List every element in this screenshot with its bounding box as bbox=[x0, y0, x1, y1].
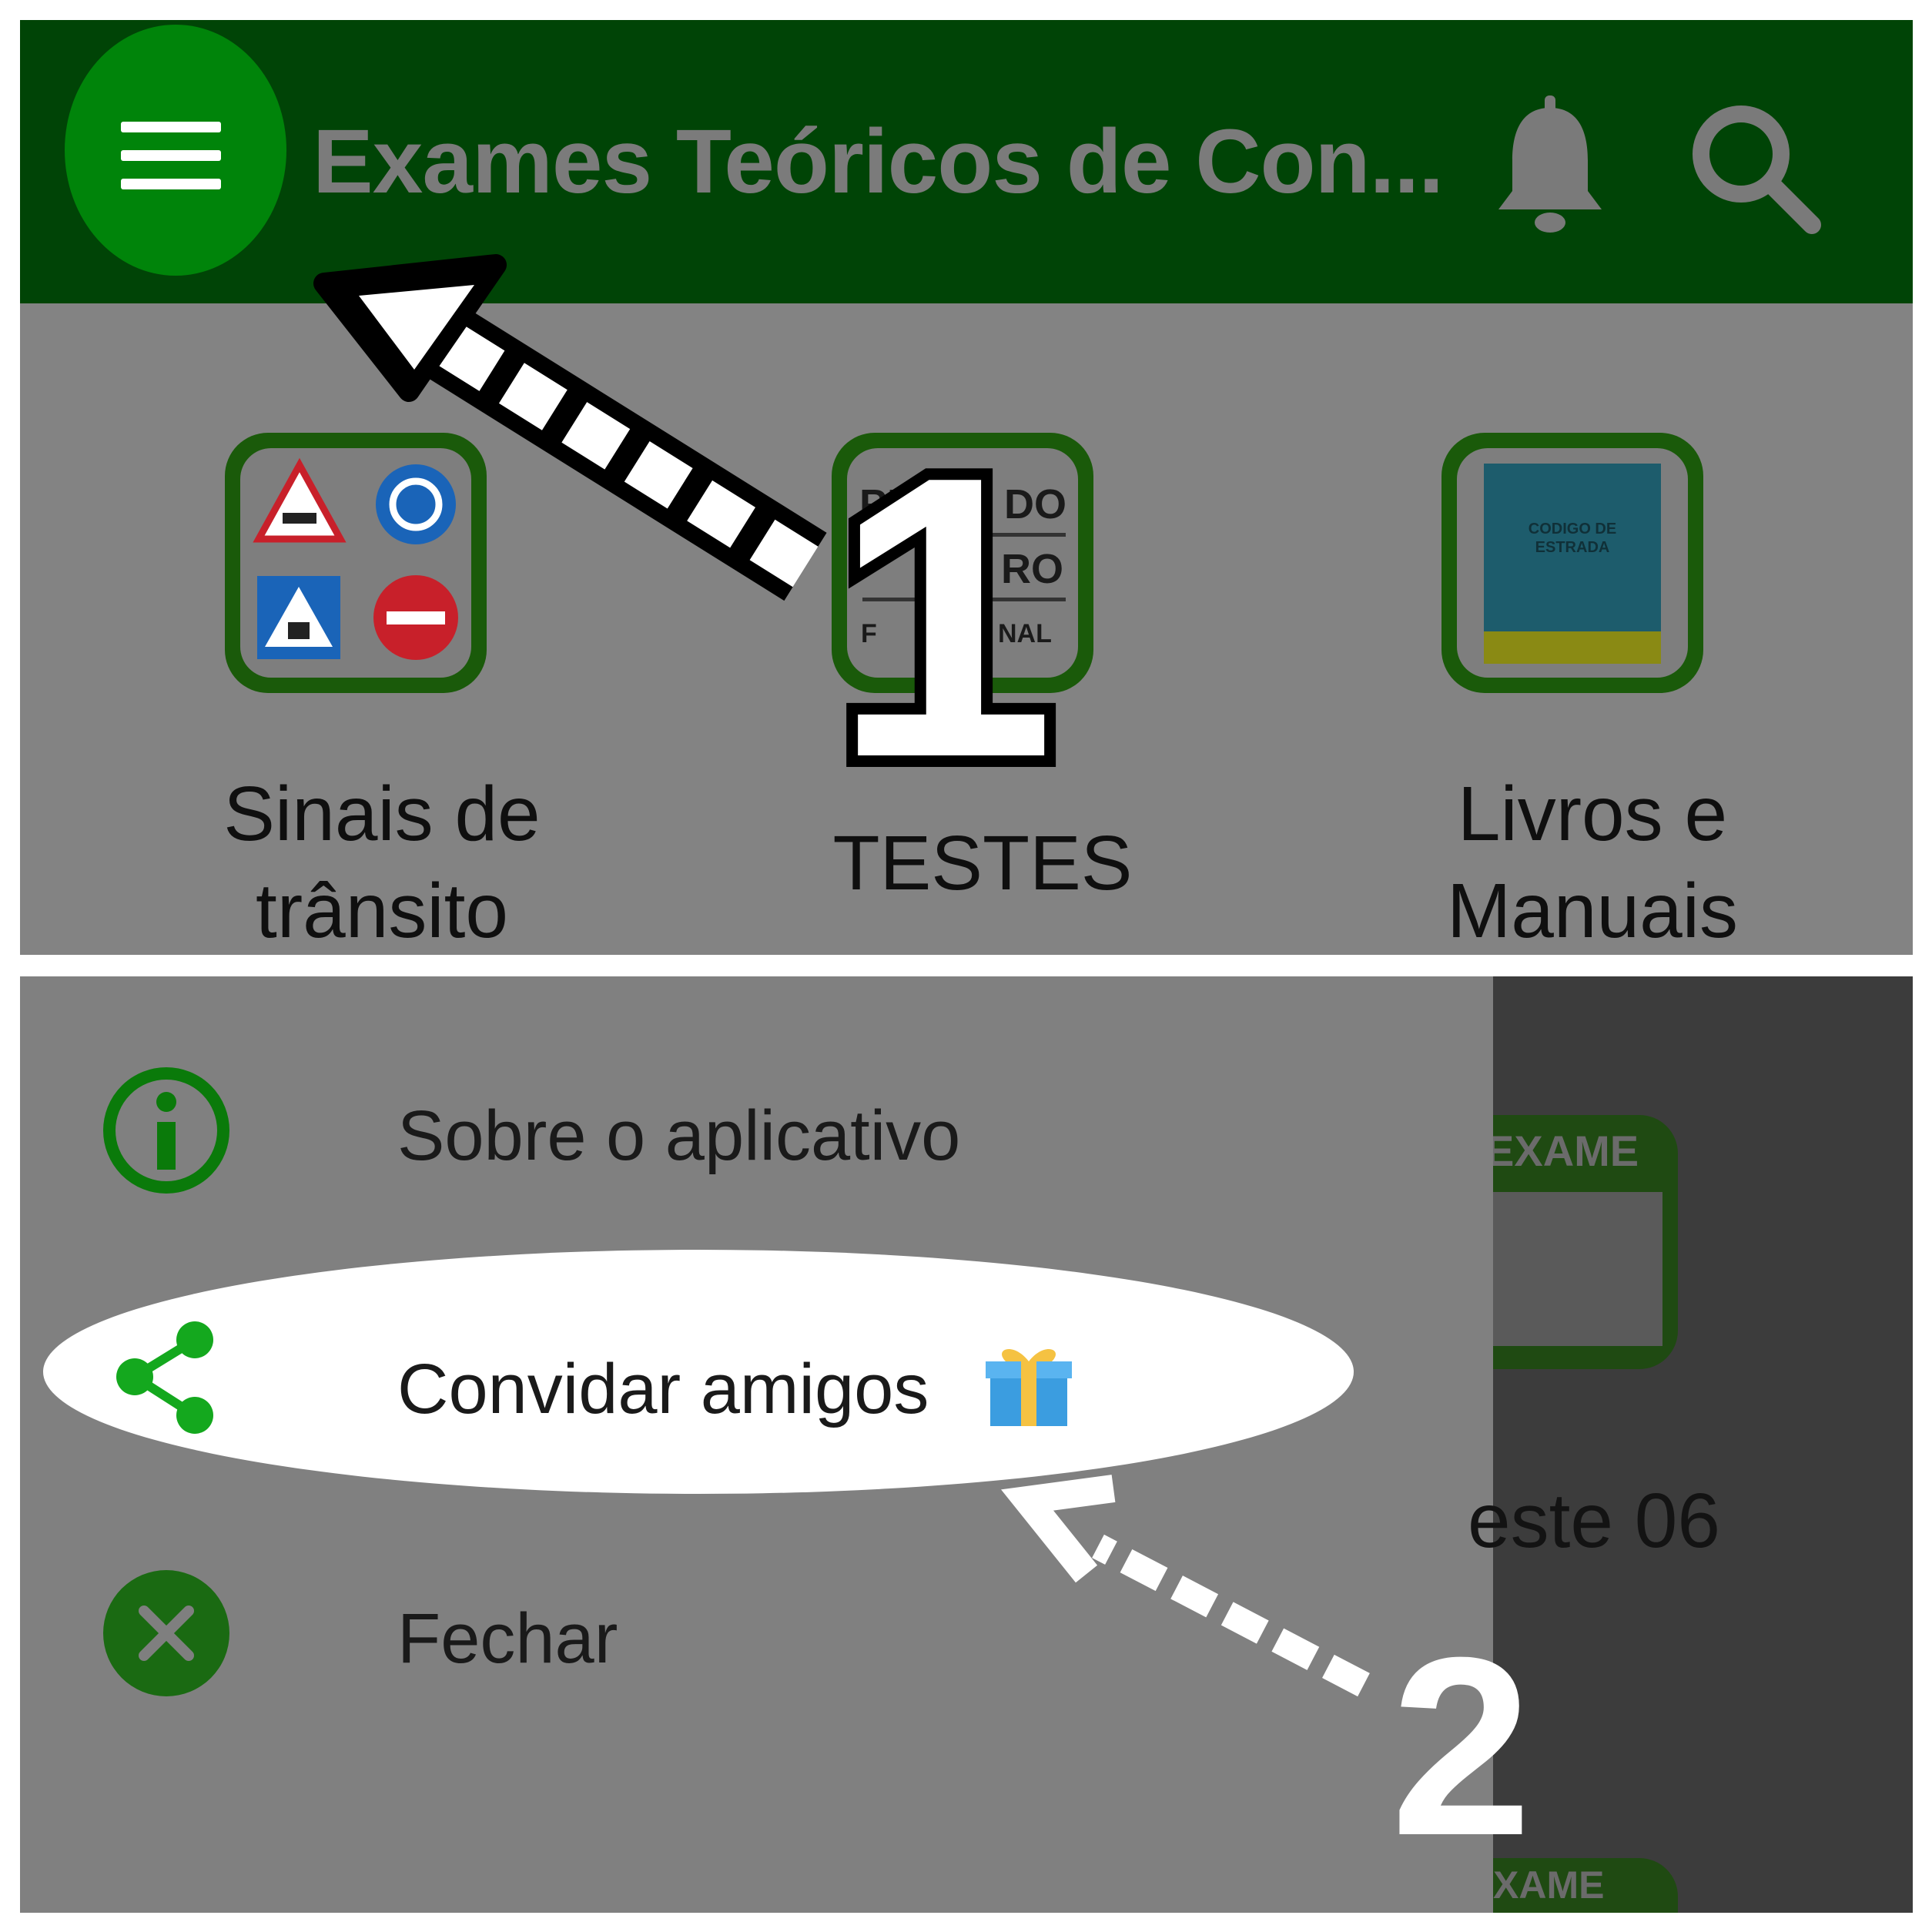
annotation-arrow-1: 1 bbox=[313, 254, 1067, 852]
annotation-arrow-2 bbox=[1001, 1475, 1370, 1697]
screenshot-step-1: Exames Teóricos de Con... Sinais de trân… bbox=[20, 20, 1913, 955]
step-number-2: 2 bbox=[1391, 1604, 1532, 1888]
step-number-1: 1 bbox=[832, 393, 1055, 841]
screenshot-step-2: EXAME XAME este 06 Sobre o aplicativo Co… bbox=[20, 976, 1913, 1913]
